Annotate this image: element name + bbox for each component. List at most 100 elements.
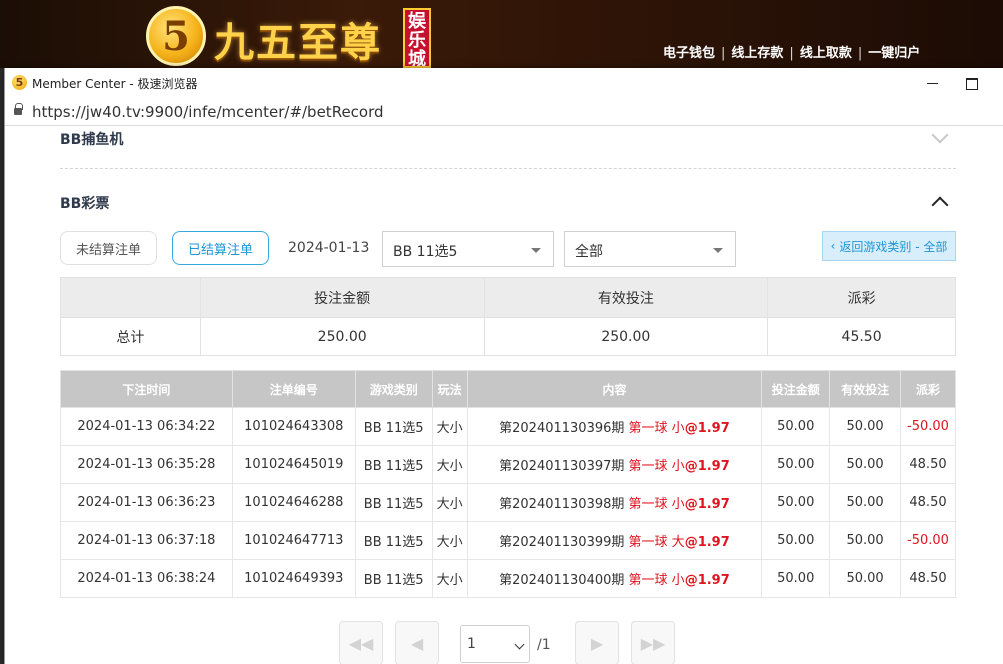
table-row: 2024-01-13 06:38:24 101024649393 BB 11选5 大小…	[60, 559, 956, 598]
next-page-button[interactable]: ▶	[575, 621, 619, 664]
payout-cell: 48.50	[900, 559, 956, 598]
chevron-up-icon[interactable]	[931, 196, 949, 214]
type-select[interactable]: 全部	[564, 231, 736, 267]
section-fish-title: BB捕鱼机	[60, 132, 124, 148]
ball-text: 第一球 小	[628, 421, 685, 436]
column-header: 有效投注	[829, 370, 902, 408]
nav-wallet[interactable]: 电子钱包	[663, 46, 715, 61]
game-cell: BB 11选5	[354, 445, 433, 484]
url-text[interactable]: https://jw40.tv:9900/infe/mcenter/#/betR…	[32, 103, 384, 121]
ball-text: 第一球 大	[628, 535, 685, 550]
bet-id-cell: 101024647713	[231, 521, 356, 560]
game-cell: BB 11选5	[354, 559, 433, 598]
bet-id-cell: 101024645019	[231, 445, 356, 484]
window-titlebar: 5 Member Center - 极速浏览器	[5, 68, 1003, 97]
chevron-down-icon[interactable]	[931, 127, 949, 144]
ball-text: 第一球 小	[628, 497, 685, 512]
summary-header-row: 投注金额 有效投注 派彩	[60, 277, 956, 318]
bet-time-cell: 2024-01-13 06:35:28	[60, 445, 233, 484]
valid-bet-cell: 50.00	[829, 445, 902, 484]
maximize-button[interactable]	[961, 73, 981, 93]
nav-deposit[interactable]: 线上存款	[731, 46, 783, 61]
column-header: 内容	[466, 370, 763, 408]
bet-time-cell: 2024-01-13 06:36:23	[60, 483, 233, 522]
game-cell: BB 11选5	[354, 483, 433, 522]
nav-consolidate[interactable]: 一键归户	[868, 46, 920, 61]
back-to-category-button[interactable]: ‹ 返回游戏类别 - 全部	[822, 231, 956, 261]
unsettled-tab[interactable]: 未结算注单	[60, 231, 157, 265]
app-logo-icon: 5	[12, 75, 27, 90]
section-lottery-header[interactable]: BB彩票	[60, 193, 956, 214]
ball-text: 第一球 小	[628, 573, 685, 588]
summary-header: 投注金额	[199, 277, 485, 318]
filter-bar: 未结算注单 已结算注单 2024-01-13 BB 11选5 全部 ‹ 返回游戏…	[60, 231, 956, 267]
address-bar[interactable]: https://jw40.tv:9900/infe/mcenter/#/betR…	[5, 97, 1003, 126]
summary-header: 派彩	[767, 277, 956, 318]
minimize-button[interactable]	[923, 73, 943, 93]
page-content: BB捕鱼机 BB彩票 未结算注单 已结算注单 2024-01-13 BB 11选…	[5, 127, 1003, 664]
period-text: 第202401130399期	[499, 535, 625, 550]
content-cell: 第202401130398期 第一球 小@1.97	[466, 483, 763, 522]
site-logo-badge: 娱乐城	[403, 8, 431, 68]
column-header: 投注金额	[761, 370, 831, 408]
bet-id-cell: 101024646288	[231, 483, 356, 522]
back-button-label: 返回游戏类别 - 全部	[839, 239, 948, 254]
site-logo-title: 九五至尊	[214, 19, 382, 66]
bet-time-cell: 2024-01-13 06:37:18	[60, 521, 233, 560]
period-text: 第202401130398期	[499, 497, 625, 512]
lock-icon	[14, 103, 23, 116]
section-divider	[60, 168, 956, 169]
pagination: ◀◀ ◀ 1 /1 ▶ ▶▶	[5, 621, 1003, 664]
bet-id-cell: 101024649393	[231, 559, 356, 598]
site-logo-icon: 5	[146, 6, 206, 66]
summary-header	[60, 277, 201, 318]
bet-amount-cell: 50.00	[761, 559, 831, 598]
table-row: 2024-01-13 06:37:18 101024647713 BB 11选5 大小…	[60, 521, 956, 560]
ball-text: 第一球 小	[628, 459, 685, 474]
content-cell: 第202401130396期 第一球 小@1.97	[466, 407, 763, 446]
odds-text: @1.97	[684, 421, 730, 436]
settled-tab[interactable]: 已结算注单	[172, 231, 269, 265]
site-header: 5 九五至尊 娱乐城 电子钱包 | 线上存款 | 线上取款 | 一键归户	[0, 0, 1003, 68]
bet-amount-cell: 50.00	[761, 407, 831, 446]
last-page-button[interactable]: ▶▶	[631, 621, 675, 664]
date-label[interactable]: 2024-01-13	[288, 240, 369, 256]
bet-amount-cell: 50.00	[761, 483, 831, 522]
chevron-left-icon: ‹	[830, 239, 836, 253]
period-text: 第202401130400期	[499, 573, 625, 588]
bet-time-cell: 2024-01-13 06:34:22	[60, 407, 233, 446]
play-cell: 大小	[431, 521, 468, 560]
game-select[interactable]: BB 11选5	[382, 231, 554, 267]
payout-cell: -50.00	[900, 521, 956, 560]
page-select-value: 1	[467, 636, 476, 652]
summary-row: 总计 250.00 250.00 45.50	[60, 317, 956, 356]
valid-bet-cell: 50.00	[829, 483, 902, 522]
content-cell: 第202401130400期 第一球 小@1.97	[466, 559, 763, 598]
summary-cell: 45.50	[767, 317, 956, 356]
content-cell: 第202401130399期 第一球 大@1.97	[466, 521, 763, 560]
odds-text: @1.97	[684, 573, 730, 588]
page-select[interactable]: 1	[460, 625, 530, 663]
type-select-value: 全部	[575, 244, 603, 260]
payout-cell: 48.50	[900, 483, 956, 522]
bet-id-cell: 101024643308	[231, 407, 356, 446]
section-lottery-title: BB彩票	[60, 196, 110, 212]
game-cell: BB 11选5	[354, 521, 433, 560]
odds-text: @1.97	[684, 459, 730, 474]
play-cell: 大小	[431, 559, 468, 598]
period-text: 第202401130397期	[499, 459, 625, 474]
caret-down-icon	[531, 248, 541, 253]
column-header: 游戏类别	[354, 370, 433, 408]
summary-cell: 250.00	[199, 317, 485, 356]
first-page-button[interactable]: ◀◀	[339, 621, 383, 664]
column-header: 注单编号	[231, 370, 356, 408]
section-fish-header[interactable]: BB捕鱼机	[60, 127, 956, 149]
play-cell: 大小	[431, 407, 468, 446]
site-nav: 电子钱包 | 线上存款 | 线上取款 | 一键归户	[663, 46, 921, 61]
odds-text: @1.97	[684, 497, 730, 512]
bet-amount-cell: 50.00	[761, 445, 831, 484]
prev-page-button[interactable]: ◀	[395, 621, 439, 664]
records-body: 2024-01-13 06:34:22 101024643308 BB 11选5 大小…	[60, 407, 956, 598]
table-row: 2024-01-13 06:36:23 101024646288 BB 11选5 大小…	[60, 483, 956, 522]
nav-withdraw[interactable]: 线上取款	[800, 46, 852, 61]
